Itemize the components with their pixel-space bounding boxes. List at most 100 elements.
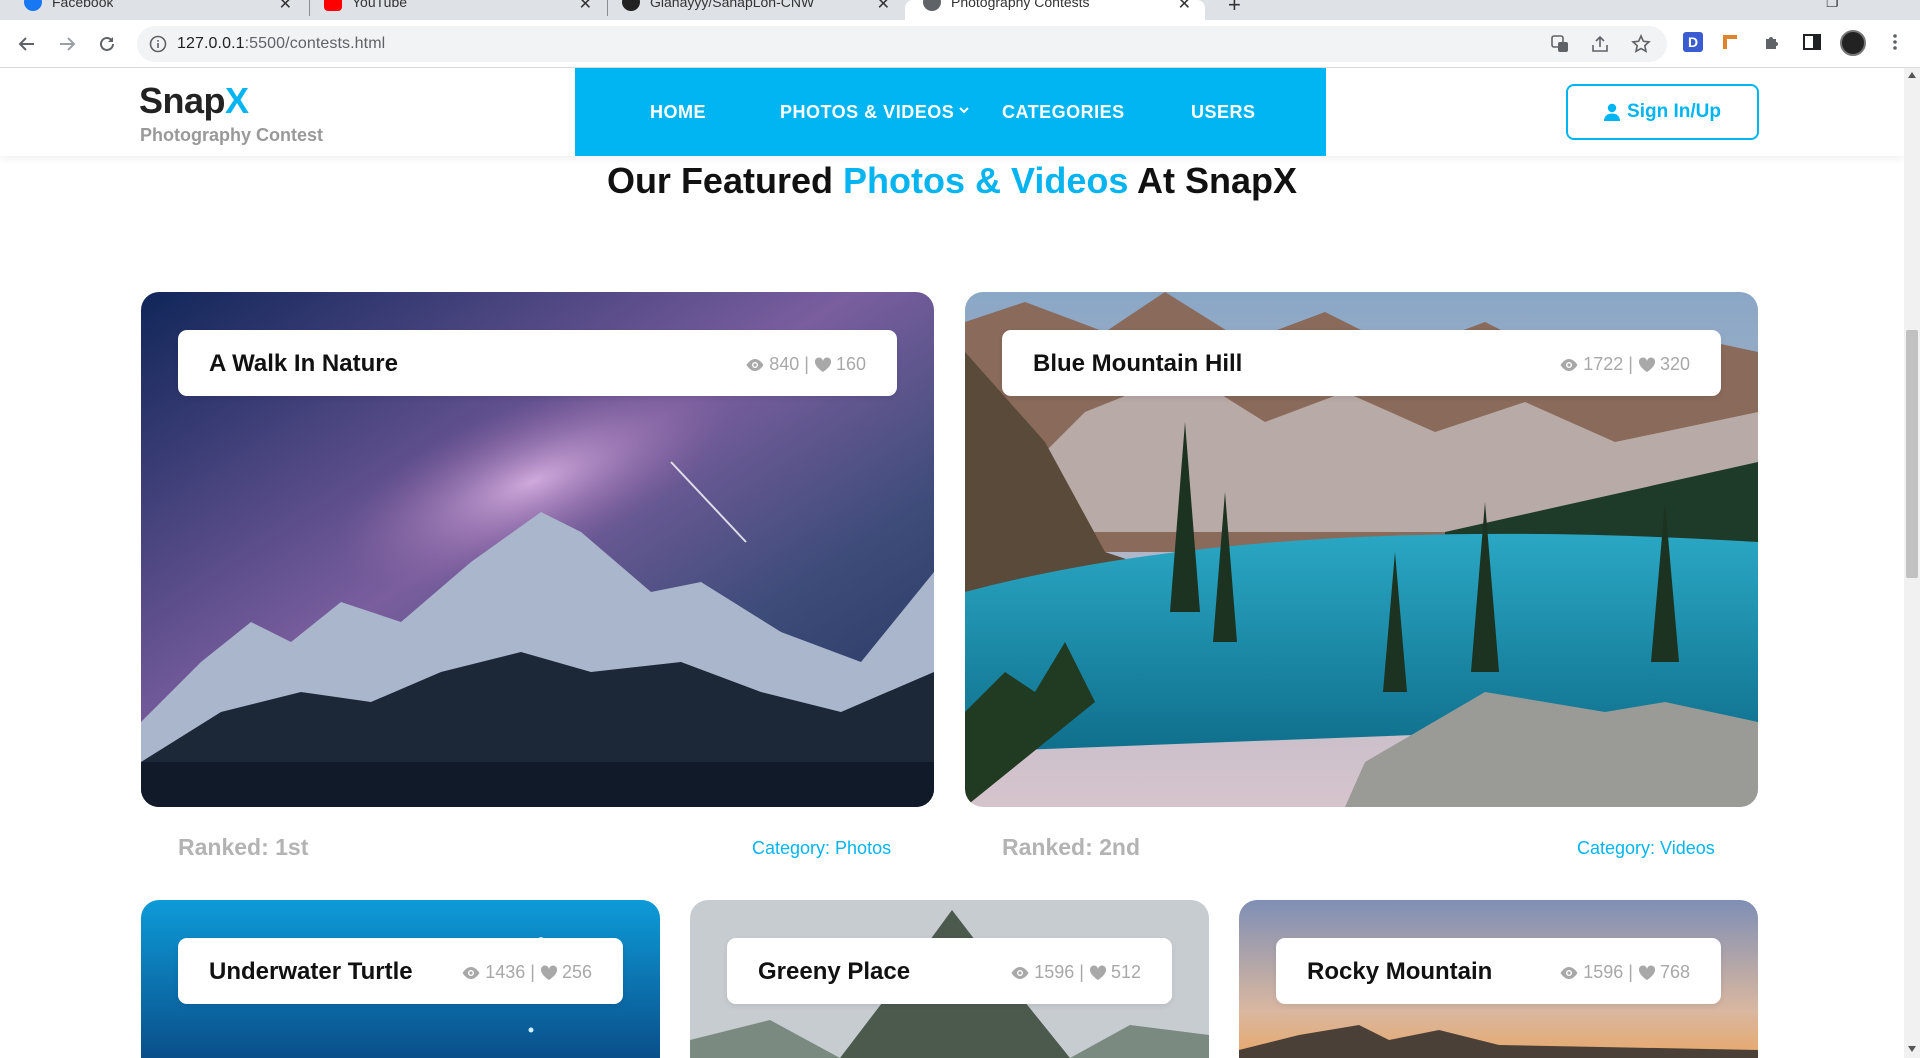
back-button[interactable] (13, 30, 41, 58)
title-highlight: Photos & Videos (842, 160, 1129, 201)
eye-icon (1560, 966, 1578, 979)
view-count: 840 (769, 354, 800, 374)
browser-tab-strip: Facebook ✕ YouTube ✕ Gianayyy/SanapLon-C… (0, 0, 1920, 20)
main-nav: HOME PHOTOS & VIDEOS CATEGORIES USERS (575, 68, 1326, 156)
facebook-icon (24, 0, 42, 11)
logo-main: Snap (139, 80, 226, 121)
eye-icon (1011, 966, 1029, 979)
scroll-down-icon[interactable] (1908, 1046, 1916, 1052)
user-icon (1604, 103, 1621, 121)
close-icon[interactable]: ✕ (279, 0, 292, 14)
back-arrow-icon (18, 37, 34, 51)
nav-home[interactable]: HOME (650, 102, 706, 123)
stats-separator: | (530, 962, 535, 982)
view-count: 1596 (1583, 962, 1624, 982)
youtube-icon (324, 0, 342, 11)
scrollbar-thumb[interactable] (1906, 330, 1918, 578)
kebab-menu-icon[interactable] (1885, 32, 1905, 52)
extensions-puzzle-icon[interactable] (1762, 32, 1782, 52)
side-panel-icon[interactable] (1802, 32, 1822, 52)
card-title: Rocky Mountain (1307, 958, 1493, 985)
category-link[interactable]: Category: Photos (752, 838, 891, 859)
window-controls[interactable]: ❐ (1826, 0, 1839, 11)
nav-photos-videos-label: PHOTOS & VIDEOS (780, 102, 955, 122)
rank-label: Ranked: 2nd (1002, 834, 1141, 860)
like-count: 320 (1659, 354, 1690, 374)
url-text: 127.0.0.1:5500/contests.html (177, 35, 385, 53)
heart-icon (814, 356, 831, 372)
nav-users[interactable]: USERS (1191, 102, 1256, 123)
like-count: 160 (835, 354, 866, 374)
tab-title: Photography Contests (951, 0, 1090, 10)
close-icon[interactable]: ✕ (877, 0, 890, 14)
eye-icon (462, 966, 480, 979)
tab-youtube[interactable]: YouTube ✕ (324, 0, 606, 20)
address-bar[interactable]: 127.0.0.1:5500/contests.html (137, 26, 1667, 62)
translate-icon[interactable] (1550, 34, 1570, 54)
close-icon[interactable]: ✕ (1178, 0, 1191, 14)
nav-photos-videos[interactable]: PHOTOS & VIDEOS (780, 102, 970, 123)
chevron-down-icon (959, 107, 969, 114)
like-count: 768 (1659, 962, 1690, 982)
share-icon[interactable] (1590, 34, 1610, 54)
extension-ruler-icon[interactable] (1722, 32, 1742, 52)
card-stats: 1722 | 320 (1559, 354, 1690, 375)
card-stats: 1596 | 768 (1559, 962, 1690, 983)
browser-toolbar: 127.0.0.1:5500/contests.html D (0, 20, 1920, 68)
tab-github[interactable]: Gianayyy/SanapLon-CNW ✕ (622, 0, 904, 20)
sign-in-label: Sign In/Up (1627, 101, 1721, 122)
heart-icon (1638, 356, 1655, 372)
rank-label: Ranked: 1st (178, 834, 309, 860)
sign-in-button[interactable]: Sign In/Up (1566, 84, 1759, 140)
reload-button[interactable] (93, 30, 121, 58)
title-part: Our Featured (606, 160, 843, 201)
forward-button[interactable] (53, 30, 81, 58)
stats-separator: | (1628, 962, 1633, 982)
tab-title: YouTube (352, 0, 408, 10)
page-scrollbar[interactable] (1904, 68, 1920, 1058)
url-path: :5500/contests.html (244, 35, 386, 52)
new-tab-button[interactable]: + (1228, 0, 1241, 18)
heart-icon (540, 964, 557, 980)
title-part: At SnapX (1128, 160, 1298, 201)
url-host: 127.0.0.1 (177, 35, 245, 52)
grid-card-2[interactable]: Greeny Place 1596 | 512 (690, 900, 1209, 1058)
grid-card-1[interactable]: Underwater Turtle 1436 | 256 (141, 900, 660, 1058)
tab-photography-contests[interactable]: Photography Contests ✕ (905, 0, 1205, 20)
card-stats: 840 | 160 (745, 354, 866, 375)
card-label: Underwater Turtle 1436 | 256 (178, 938, 623, 1004)
github-icon (622, 0, 640, 11)
eye-icon (1560, 358, 1578, 371)
card-title: A Walk In Nature (209, 350, 398, 377)
featured-card-2[interactable]: Blue Mountain Hill 1722 | 320 (965, 292, 1758, 807)
globe-icon (923, 0, 941, 11)
card-label: A Walk In Nature 840 | 160 (178, 330, 897, 396)
card-title: Blue Mountain Hill (1033, 350, 1243, 377)
grid-card-3[interactable]: Rocky Mountain 1596 | 768 (1239, 900, 1758, 1058)
extension-d-icon[interactable]: D (1683, 32, 1703, 52)
stats-separator: | (1079, 962, 1084, 982)
nav-categories[interactable]: CATEGORIES (1002, 102, 1125, 123)
tab-title: Facebook (52, 0, 114, 10)
view-count: 1596 (1034, 962, 1075, 982)
featured-card-1[interactable]: A Walk In Nature 840 | 160 (141, 292, 934, 807)
stats-separator: | (804, 354, 809, 374)
logo-subtitle: Photography Contest (140, 125, 323, 145)
section-title: Our Featured Photos & Videos At SnapX (0, 160, 1904, 202)
card-stats: 1436 | 256 (461, 962, 592, 983)
site-logo[interactable]: SnapX (139, 80, 249, 122)
view-count: 1436 (485, 962, 526, 982)
scroll-up-icon[interactable] (1908, 72, 1916, 78)
info-icon (149, 35, 167, 53)
like-count: 512 (1110, 962, 1141, 982)
close-icon[interactable]: ✕ (579, 0, 592, 14)
profile-avatar[interactable] (1840, 30, 1866, 56)
view-count: 1722 (1583, 354, 1624, 374)
heart-icon (1638, 964, 1655, 980)
bookmark-star-icon[interactable] (1631, 34, 1651, 54)
card-title: Underwater Turtle (209, 958, 413, 985)
like-count: 256 (561, 962, 592, 982)
tab-facebook[interactable]: Facebook ✕ (24, 0, 306, 20)
logo-accent: X (225, 80, 249, 121)
category-link[interactable]: Category: Videos (1577, 838, 1715, 859)
